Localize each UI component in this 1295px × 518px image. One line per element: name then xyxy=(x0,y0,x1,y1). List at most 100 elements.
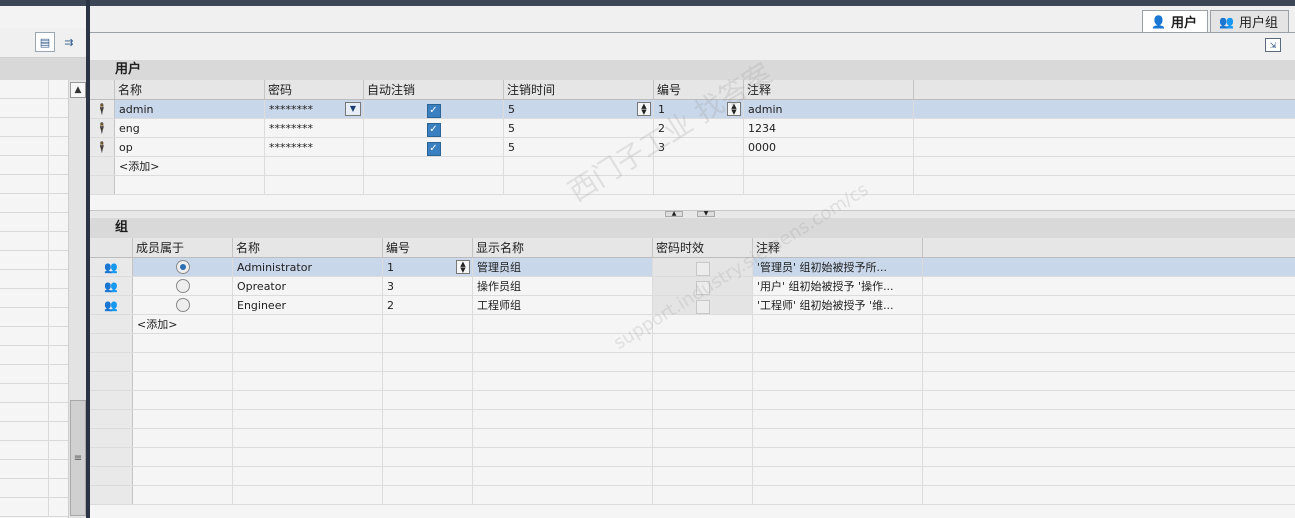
scroll-up-icon[interactable]: ▲ xyxy=(70,82,86,98)
table-row[interactable]: 👥 Opreator 3 操作员组 ✓ '用户' 组初始被授予 '操作... xyxy=(90,277,1295,296)
pw-aging-checkbox[interactable]: ✓ xyxy=(695,281,710,295)
spinner-icon[interactable]: ▲ ▼ xyxy=(456,260,470,274)
empty-cell xyxy=(383,467,473,485)
auto-logoff-checkbox[interactable]: ✓ xyxy=(426,104,441,118)
pw-aging-cell[interactable]: ✓ xyxy=(653,258,753,276)
col-password-aging[interactable]: 密码时效 xyxy=(653,238,753,257)
table-row[interactable]: 🕴 admin ******** ▼ ✓ 5 ▲ ▼ 1 ▲ ▼ admin xyxy=(90,100,1295,119)
col-logoff-time[interactable]: 注销时间 xyxy=(504,80,654,99)
display-name-cell[interactable]: 管理员组 xyxy=(473,258,653,276)
table-row[interactable]: 🕴 eng ******** ✓ 5 2 1234 xyxy=(90,119,1295,138)
group-comment-cell[interactable]: '工程师' 组初始被授予 '维... xyxy=(753,296,923,314)
auto-logoff-checkbox[interactable]: ✓ xyxy=(426,123,441,137)
group-number-cell[interactable]: 2 xyxy=(383,296,473,314)
add-user-link[interactable]: <添加> xyxy=(115,157,265,175)
logoff-time-cell[interactable]: 5 xyxy=(504,138,654,156)
user-name-cell[interactable]: op xyxy=(115,138,265,156)
tab-users[interactable]: 👤 用户 xyxy=(1142,10,1209,32)
empty-cell xyxy=(653,429,753,447)
pw-aging-cell[interactable]: ✓ xyxy=(653,296,753,314)
scroll-thumb[interactable]: ≡ xyxy=(70,400,86,516)
empty-cell xyxy=(233,467,383,485)
number-cell[interactable]: 1 ▲ ▼ xyxy=(654,100,744,118)
main-pane: 👤 用户 👥 用户组 ⇲ 用户 名称 密码 自动注销 注销时间 编号 注释 🕴 … xyxy=(90,6,1295,518)
group-name-cell[interactable]: Administrator xyxy=(233,258,383,276)
spinner-icon[interactable]: ▲ ▼ xyxy=(637,102,651,116)
empty-cell xyxy=(653,467,753,485)
user-icon: 🕴 xyxy=(90,100,115,118)
section-splitter[interactable]: ▲ ▼ xyxy=(90,210,1295,218)
pw-aging-checkbox[interactable]: ✓ xyxy=(695,300,710,314)
left-scrollbar[interactable]: ▲ ≡ xyxy=(68,80,86,518)
member-cell[interactable] xyxy=(133,277,233,295)
table-row[interactable]: 🕴 op ******** ✓ 5 3 0000 xyxy=(90,138,1295,157)
group-comment-cell[interactable]: '管理员' 组初始被授予所... xyxy=(753,258,923,276)
groups-table-header: 成员属于 名称 编号 显示名称 密码时效 注释 xyxy=(90,238,1295,258)
user-name-cell[interactable]: eng xyxy=(115,119,265,137)
empty-cell xyxy=(133,410,233,428)
comment-cell[interactable]: 1234 xyxy=(744,119,914,137)
empty-cell xyxy=(233,486,383,504)
auto-logoff-cell[interactable]: ✓ xyxy=(364,138,504,156)
comment-cell[interactable]: 0000 xyxy=(744,138,914,156)
auto-logoff-cell[interactable]: ✓ xyxy=(364,100,504,118)
add-group-link[interactable]: <添加> xyxy=(133,315,233,333)
member-cell[interactable] xyxy=(133,296,233,314)
empty-row xyxy=(90,486,1295,505)
password-mask: ******** xyxy=(269,103,313,116)
logoff-time-cell[interactable]: 5 xyxy=(504,119,654,137)
empty-cell xyxy=(653,334,753,352)
user-name-cell[interactable]: admin xyxy=(115,100,265,118)
display-name-cell[interactable]: 工程师组 xyxy=(473,296,653,314)
group-name-cell[interactable]: Engineer xyxy=(233,296,383,314)
col-auto-logoff[interactable]: 自动注销 xyxy=(364,80,504,99)
table-row[interactable]: 👥 Administrator 1 ▲▼ 管理员组 ✓ '管理员' 组初始被授予… xyxy=(90,258,1295,277)
col-group-comment[interactable]: 注释 xyxy=(753,238,923,257)
empty-cell xyxy=(90,486,133,504)
number-cell[interactable]: 3 xyxy=(654,138,744,156)
empty-cell xyxy=(233,372,383,390)
add-row[interactable]: <添加> xyxy=(90,315,1295,334)
col-group-name[interactable]: 名称 xyxy=(233,238,383,257)
spinner-icon[interactable]: ▲ ▼ xyxy=(727,102,741,116)
user-password-cell[interactable]: ******** ▼ xyxy=(265,100,364,118)
export-icon[interactable]: ⇲ xyxy=(1265,38,1281,52)
group-number-cell[interactable]: 3 xyxy=(383,277,473,295)
auto-logoff-cell[interactable]: ✓ xyxy=(364,119,504,137)
col-member-of[interactable]: 成员属于 xyxy=(133,238,233,257)
collapse-up-icon[interactable]: ▲ xyxy=(665,211,683,217)
col-password[interactable]: 密码 xyxy=(265,80,364,99)
user-password-cell[interactable]: ******** xyxy=(265,138,364,156)
group-name-cell[interactable]: Opreator xyxy=(233,277,383,295)
add-row[interactable]: <添加> xyxy=(90,157,1295,176)
list-view-icon[interactable]: ▤ xyxy=(35,32,55,52)
collapse-down-icon[interactable]: ▼ xyxy=(697,211,715,217)
auto-logoff-checkbox[interactable]: ✓ xyxy=(426,142,441,156)
member-radio[interactable] xyxy=(175,298,190,312)
display-name-cell[interactable]: 操作员组 xyxy=(473,277,653,295)
group-number-cell[interactable]: 1 ▲ ▼ xyxy=(383,258,473,276)
table-row[interactable]: 👥 Engineer 2 工程师组 ✓ '工程师' 组初始被授予 '维... xyxy=(90,296,1295,315)
empty-cell xyxy=(90,334,133,352)
pw-aging-checkbox[interactable]: ✓ xyxy=(695,262,710,276)
col-group-number[interactable]: 编号 xyxy=(383,238,473,257)
number-cell[interactable]: 2 xyxy=(654,119,744,137)
col-number[interactable]: 编号 xyxy=(654,80,744,99)
dropdown-arrow-icon[interactable]: ▼ xyxy=(345,102,361,116)
tab-user-groups[interactable]: 👥 用户组 xyxy=(1210,10,1289,32)
logoff-time-value: 5 xyxy=(508,103,515,116)
user-password-cell[interactable]: ******** xyxy=(265,119,364,137)
comment-cell[interactable]: admin xyxy=(744,100,914,118)
col-name[interactable]: 名称 xyxy=(115,80,265,99)
member-cell[interactable] xyxy=(133,258,233,276)
empty-row xyxy=(90,353,1295,372)
logoff-time-cell[interactable]: 5 ▲ ▼ xyxy=(504,100,654,118)
left-grid-row xyxy=(0,327,68,346)
pw-aging-cell[interactable]: ✓ xyxy=(653,277,753,295)
member-radio[interactable] xyxy=(175,279,190,293)
col-comment[interactable]: 注释 xyxy=(744,80,914,99)
export-table-icon[interactable]: ⇉ xyxy=(59,32,79,52)
member-radio[interactable] xyxy=(175,260,190,274)
group-comment-cell[interactable]: '用户' 组初始被授予 '操作... xyxy=(753,277,923,295)
col-display-name[interactable]: 显示名称 xyxy=(473,238,653,257)
